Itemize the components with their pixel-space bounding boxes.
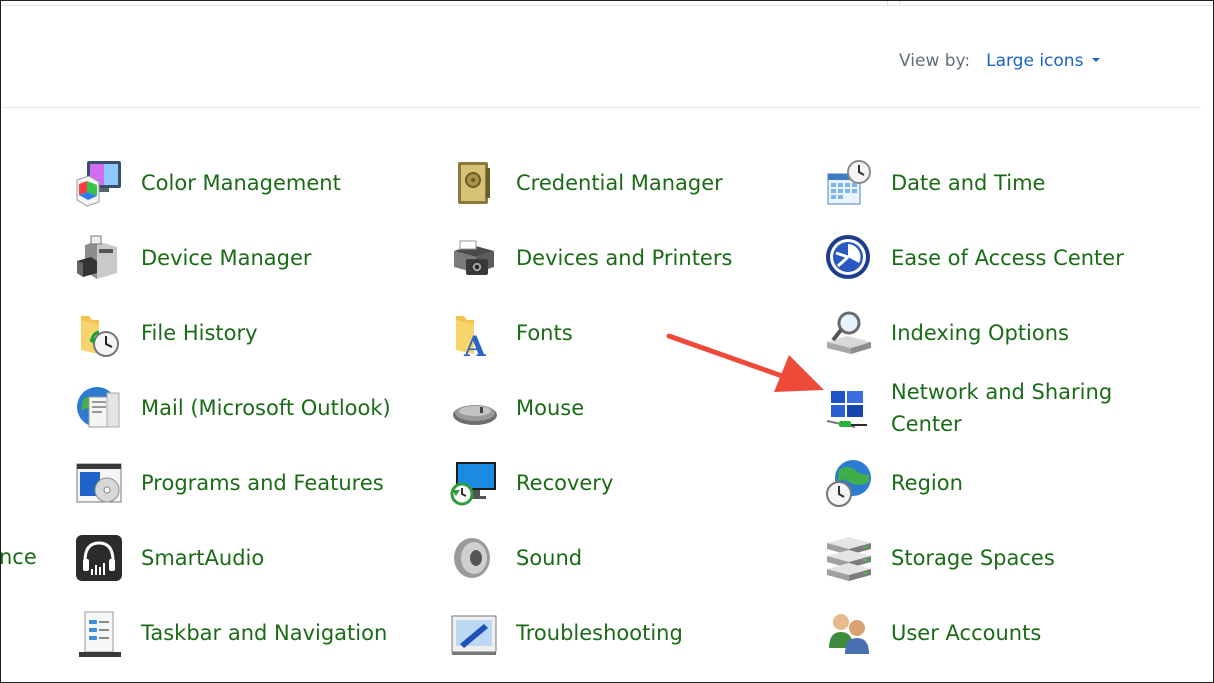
control-panel-window: View by: Large icons nce Color Management… [0, 0, 1214, 683]
item-label: Indexing Options [891, 321, 1069, 345]
ease-of-access-icon [825, 233, 875, 283]
item-date-and-time[interactable]: Date and Time [825, 153, 1045, 213]
item-label: User Accounts [891, 621, 1042, 645]
troubleshooting-icon [450, 608, 500, 658]
credential-manager-icon [450, 158, 500, 208]
item-smartaudio[interactable]: SmartAudio [75, 528, 264, 588]
item-label: SmartAudio [141, 546, 265, 570]
device-manager-icon [75, 233, 125, 283]
item-network-and-sharing-center[interactable]: Network and Sharing Center [825, 378, 1141, 438]
item-label: Troubleshooting [516, 621, 683, 645]
item-label: Devices and Printers [516, 246, 733, 270]
fonts-icon: A [450, 308, 500, 358]
taskbar-navigation-icon [75, 608, 125, 658]
item-label: Ease of Access Center [891, 246, 1124, 270]
item-label: File History [141, 321, 258, 345]
item-label: Mouse [516, 396, 585, 420]
view-by-label: View by: [899, 51, 971, 71]
item-indexing-options[interactable]: Indexing Options [825, 303, 1069, 363]
recovery-icon [450, 458, 500, 508]
svg-text:A: A [463, 330, 487, 358]
region-icon [825, 458, 875, 508]
smartaudio-icon [75, 533, 125, 583]
mail-icon [75, 383, 125, 433]
item-label: Region [891, 471, 963, 495]
storage-spaces-icon [825, 533, 875, 583]
view-by-value: Large icons [986, 51, 1084, 71]
item-storage-spaces[interactable]: Storage Spaces [825, 528, 1055, 588]
item-file-history[interactable]: File History [75, 303, 258, 363]
item-label: Mail (Microsoft Outlook) [141, 396, 391, 420]
date-and-time-icon [825, 158, 875, 208]
view-by-control: View by: Large icons [899, 51, 1101, 71]
indexing-options-icon [825, 308, 875, 358]
item-label: Taskbar and Navigation [141, 621, 388, 645]
top-strip-divider [887, 1, 888, 6]
user-accounts-icon [825, 608, 875, 658]
item-label: Network and Sharing Center [891, 380, 1113, 436]
mouse-icon [450, 383, 500, 433]
item-label: Storage Spaces [891, 546, 1055, 570]
item-color-management[interactable]: Color Management [75, 153, 341, 213]
network-sharing-icon [825, 383, 875, 433]
header-divider [3, 107, 1201, 108]
item-mouse[interactable]: Mouse [450, 378, 584, 438]
annotation-arrow-icon [666, 333, 824, 392]
item-fonts[interactable]: A Fonts [450, 303, 573, 363]
chevron-down-icon [1092, 58, 1101, 62]
item-programs-and-features[interactable]: Programs and Features [75, 453, 384, 513]
top-strip-divider [899, 1, 900, 6]
item-label: Fonts [516, 321, 573, 345]
item-mail[interactable]: Mail (Microsoft Outlook) [75, 378, 391, 438]
item-label: Date and Time [891, 171, 1046, 195]
sound-icon [450, 533, 500, 583]
item-credential-manager[interactable]: Credential Manager [450, 153, 723, 213]
item-region[interactable]: Region [825, 453, 963, 513]
item-label: Color Management [141, 171, 341, 195]
item-recovery[interactable]: Recovery [450, 453, 613, 513]
item-label: Recovery [516, 471, 614, 495]
item-label: Sound [516, 546, 583, 570]
item-devices-and-printers[interactable]: Devices and Printers [450, 228, 732, 288]
item-user-accounts[interactable]: User Accounts [825, 603, 1041, 663]
programs-features-icon [75, 458, 125, 508]
item-label: Programs and Features [141, 471, 384, 495]
item-ease-of-access-center[interactable]: Ease of Access Center [825, 228, 1124, 288]
view-by-dropdown[interactable]: Large icons [986, 51, 1101, 71]
item-device-manager[interactable]: Device Manager [75, 228, 312, 288]
color-management-icon [75, 158, 125, 208]
top-strip [1, 1, 1213, 6]
devices-and-printers-icon [450, 233, 500, 283]
item-troubleshooting[interactable]: Troubleshooting [450, 603, 683, 663]
item-taskbar-and-navigation[interactable]: Taskbar and Navigation [75, 603, 387, 663]
item-sound[interactable]: Sound [450, 528, 582, 588]
item-label-clipped[interactable]: nce [1, 541, 37, 573]
item-label: Device Manager [141, 246, 312, 270]
item-label: Credential Manager [516, 171, 723, 195]
file-history-icon [75, 308, 125, 358]
